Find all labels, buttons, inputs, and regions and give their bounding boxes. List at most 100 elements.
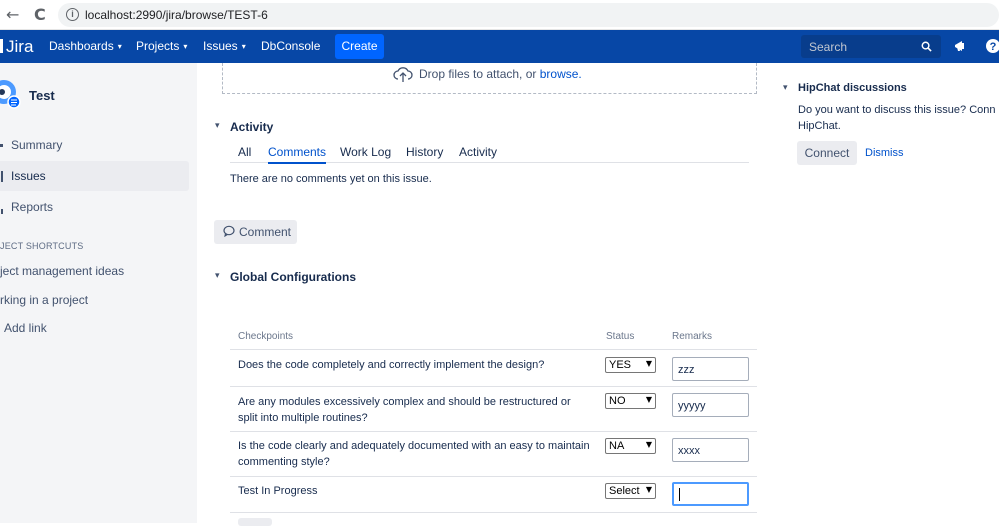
remarks-input[interactable]: xxxx (672, 438, 749, 462)
remarks-value: yyyyy (678, 400, 706, 412)
menu-projects-label: Projects (136, 39, 180, 53)
column-header-remarks: Remarks (672, 331, 713, 342)
chevron-down-icon: ▾ (117, 42, 122, 51)
activity-collapse-icon[interactable]: ▾ (215, 121, 220, 131)
jira-logo[interactable]: Jira (0, 37, 33, 57)
tab-history[interactable]: History (406, 145, 443, 159)
issues-icon (1, 171, 3, 182)
hipchat-description-line: Do you want to discuss this issue? Conn (798, 104, 996, 116)
info-icon[interactable]: i (66, 8, 79, 21)
svg-text:?: ? (990, 41, 997, 53)
project-name[interactable]: Test (29, 88, 55, 103)
attachment-dropzone[interactable]: Drop files to attach, or browse. (222, 63, 757, 94)
comment-button-label: Comment (239, 225, 292, 239)
status-select-value: YES (609, 359, 632, 371)
comment-icon (223, 225, 235, 237)
status-select[interactable]: NA ▼ (605, 438, 656, 454)
dropzone-instruction: Drop files to attach, or (419, 67, 540, 81)
tab-all[interactable]: All (238, 145, 251, 159)
table-divider (230, 476, 757, 477)
jira-logo-mark (0, 39, 3, 53)
project-shortcuts-heading: JECT SHORTCUTS (0, 241, 84, 251)
remarks-value: zzz (678, 364, 695, 376)
remarks-input[interactable]: yyyyy (672, 393, 749, 417)
summary-icon (0, 144, 3, 147)
project-avatar[interactable] (0, 78, 22, 110)
shortcut-link[interactable]: ject management ideas (0, 264, 124, 278)
status-select[interactable]: Select ▼ (605, 483, 656, 499)
chevron-down-icon: ▼ (645, 485, 652, 494)
url-text[interactable]: localhost:2990/jira/browse/TEST-6 (85, 8, 268, 22)
sidebar-item-reports[interactable]: Reports (0, 192, 189, 222)
chevron-down-icon: ▼ (645, 359, 652, 368)
table-divider (230, 431, 757, 432)
reload-icon[interactable]: C (34, 5, 46, 24)
shortcut-link[interactable]: rking in a project (0, 293, 88, 307)
chevron-down-icon: ▼ (645, 395, 652, 404)
project-sidebar: Test Summary Issues Reports JECT SHORTCU… (0, 63, 197, 523)
remarks-value: xxxx (678, 445, 700, 457)
browse-link[interactable]: browse. (540, 67, 582, 81)
activity-tabs: All Comments Work Log History Activity (230, 143, 749, 164)
menu-dashboards[interactable]: Dashboards ▾ (49, 39, 122, 53)
create-button[interactable]: Create (335, 34, 384, 59)
chevron-down-icon: ▾ (241, 42, 246, 51)
activity-heading[interactable]: Activity (230, 120, 273, 134)
column-header-status: Status (606, 331, 635, 342)
add-link-button[interactable]: Add link (4, 321, 47, 335)
sidebar-item-label: Reports (11, 200, 54, 214)
text-cursor (679, 488, 680, 501)
global-config-collapse-icon[interactable]: ▾ (215, 271, 220, 281)
status-select-value: NA (609, 440, 625, 452)
sidebar-item-issues[interactable]: Issues (0, 161, 189, 191)
chevron-down-icon: ▾ (183, 42, 188, 51)
menu-dbconsole[interactable]: DbConsole (261, 39, 320, 53)
hipchat-collapse-icon[interactable]: ▾ (783, 83, 788, 93)
tab-work-log[interactable]: Work Log (340, 145, 391, 159)
menu-dashboards-label: Dashboards (49, 39, 114, 53)
add-link-label: Add link (4, 321, 47, 335)
sidebar-item-label: Issues (11, 169, 46, 183)
chevron-down-icon: ▼ (645, 440, 652, 449)
top-navigation-bar: Jira Dashboards ▾ Projects ▾ Issues ▾ DbCon… (0, 30, 999, 63)
search-input[interactable] (801, 35, 917, 58)
empty-comments-message: There are no comments yet on this issue. (230, 173, 432, 185)
remarks-input[interactable] (672, 482, 749, 506)
browser-toolbar: ← C i localhost:2990/jira/browse/TEST-6 (0, 0, 999, 30)
search-field[interactable] (801, 35, 941, 58)
jira-logo-text: Jira (6, 37, 34, 56)
notifications-icon[interactable] (953, 38, 969, 54)
back-arrow-icon[interactable]: ← (6, 5, 19, 24)
column-header-checkpoints: Checkpoints (238, 331, 294, 342)
global-config-heading[interactable]: Global Configurations (230, 270, 356, 284)
sidebar-item-summary[interactable]: Summary (0, 130, 189, 160)
menu-projects[interactable]: Projects ▾ (136, 39, 187, 53)
status-select-value: NO (609, 395, 626, 407)
checkpoint-question: Test In Progress (238, 485, 318, 497)
tab-activity[interactable]: Activity (459, 145, 497, 159)
remarks-input[interactable]: zzz (672, 357, 749, 381)
save-button[interactable] (238, 518, 272, 526)
dismiss-link[interactable]: Dismiss (865, 147, 904, 159)
help-icon[interactable]: ? (985, 38, 999, 54)
status-select[interactable]: NO ▼ (605, 393, 656, 409)
checkpoint-question: Does the code completely and correctly i… (238, 359, 545, 371)
hipchat-description-line: HipChat. (798, 120, 841, 132)
hipchat-description: Do you want to discuss this issue? Conn … (798, 102, 999, 134)
table-divider (230, 349, 757, 350)
search-icon[interactable] (921, 41, 932, 52)
cloud-upload-icon (393, 67, 413, 82)
table-divider (230, 512, 757, 513)
status-select[interactable]: YES ▼ (605, 357, 656, 373)
hipchat-heading[interactable]: HipChat discussions (798, 82, 907, 94)
sidebar-item-label: Summary (11, 138, 63, 152)
menu-issues[interactable]: Issues ▾ (203, 39, 246, 53)
address-bar[interactable]: i localhost:2990/jira/browse/TEST-6 (58, 3, 999, 27)
comment-button[interactable]: Comment (214, 220, 297, 244)
status-select-value: Select (609, 485, 640, 497)
tab-comments[interactable]: Comments (268, 145, 327, 164)
checkpoint-question: Is the code clearly and adequately docum… (238, 440, 590, 468)
checkpoint-question: Are any modules excessively complex and … (238, 396, 571, 424)
menu-issues-label: Issues (203, 39, 238, 53)
connect-button[interactable]: Connect (797, 141, 857, 165)
